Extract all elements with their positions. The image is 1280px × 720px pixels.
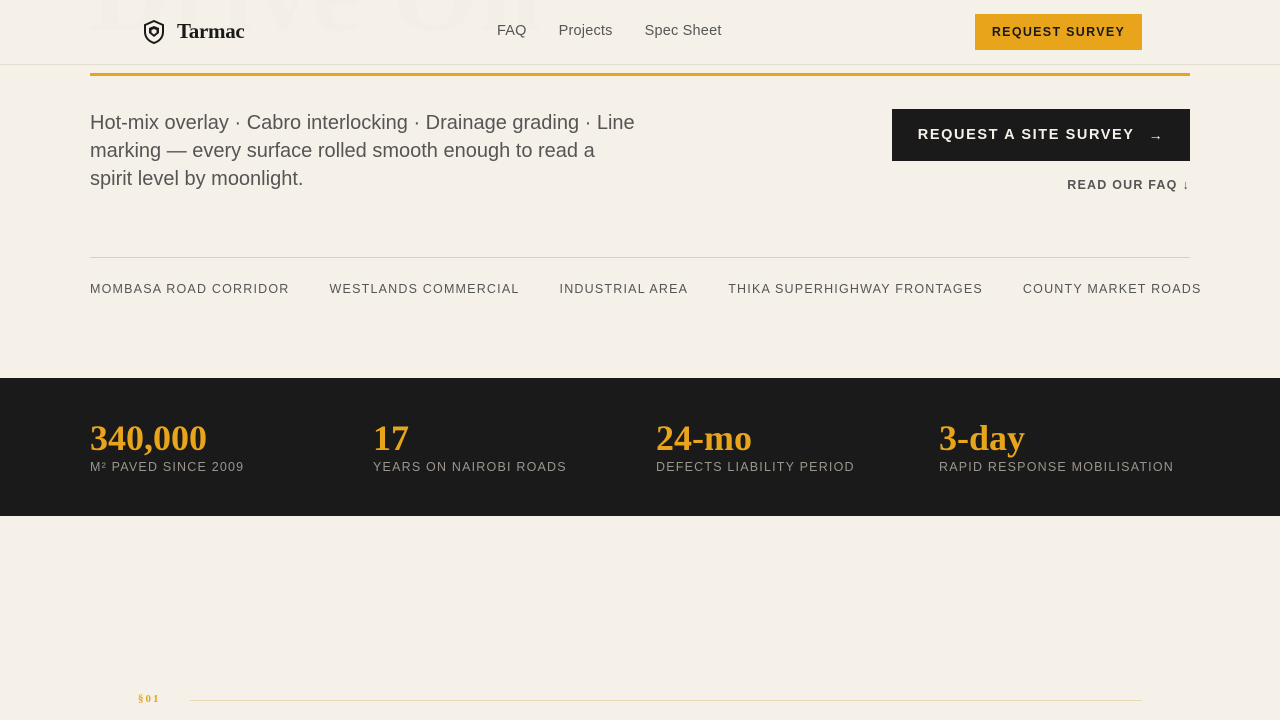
service-areas-list: MOMBASA ROAD CORRIDOR WESTLANDS COMMERCI… xyxy=(90,282,1202,296)
section-number: §01 xyxy=(138,693,161,705)
request-site-survey-button[interactable]: REQUEST A SITE SURVEY → xyxy=(892,109,1190,161)
brand-name: Tarmac xyxy=(177,19,245,43)
stat-defects-liability: 24-mo DEFECTS LIABILITY PERIOD xyxy=(656,418,855,474)
arrow-down-icon: ↓ xyxy=(1182,178,1190,192)
areas-divider xyxy=(90,257,1190,258)
site-header: Tarmac FAQ Projects Spec Sheet REQUEST S… xyxy=(0,0,1280,65)
stat-label: DEFECTS LIABILITY PERIOD xyxy=(656,460,855,474)
services-intro: Hot-mix overlay · Cabro interlocking · D… xyxy=(90,112,635,190)
stat-label: M² PAVED SINCE 2009 xyxy=(90,460,245,474)
service-area-item: COUNTY MARKET ROADS xyxy=(1022,282,1202,296)
nav-link-spec-sheet[interactable]: Spec Sheet xyxy=(645,23,722,39)
section-divider xyxy=(190,700,1142,701)
main-nav: FAQ Projects Spec Sheet xyxy=(497,23,722,39)
request-site-survey-label: REQUEST A SITE SURVEY xyxy=(917,127,1135,143)
stat-value: 24-mo xyxy=(656,418,752,458)
arrow-right-icon: → xyxy=(1148,127,1165,143)
nav-link-projects[interactable]: Projects xyxy=(559,23,613,39)
stat-area-paved: 340,000 M² PAVED SINCE 2009 xyxy=(90,418,244,474)
stat-value: 17 xyxy=(373,418,409,458)
stat-years: 17 YEARS ON NAIROBI ROADS xyxy=(373,418,567,474)
accent-divider xyxy=(90,73,1190,76)
stat-rapid-response: 3-day RAPID RESPONSE MOBILISATION xyxy=(939,418,1174,474)
service-area-item: WESTLANDS COMMERCIAL xyxy=(329,282,520,296)
stat-label: YEARS ON NAIROBI ROADS xyxy=(373,460,567,474)
service-area-item: THIKA SUPERHIGHWAY FRONTAGES xyxy=(728,282,983,296)
stat-value: 340,000 xyxy=(90,418,207,458)
service-area-item: MOMBASA ROAD CORRIDOR xyxy=(90,282,290,296)
brand-logo-link[interactable]: Tarmac xyxy=(143,19,245,44)
read-faq-link[interactable]: READ OUR FAQ ↓ xyxy=(1067,178,1190,192)
service-area-item: INDUSTRIAL AREA xyxy=(559,282,689,296)
request-survey-button[interactable]: REQUEST SURVEY xyxy=(975,14,1142,50)
read-faq-label: READ OUR FAQ xyxy=(1067,178,1178,192)
shield-logo-icon xyxy=(144,19,164,44)
stat-value: 3-day xyxy=(939,418,1026,458)
stats-band: 340,000 M² PAVED SINCE 2009 17 YEARS ON … xyxy=(0,378,1280,516)
stat-label: RAPID RESPONSE MOBILISATION xyxy=(939,460,1174,474)
nav-link-faq[interactable]: FAQ xyxy=(497,23,527,39)
